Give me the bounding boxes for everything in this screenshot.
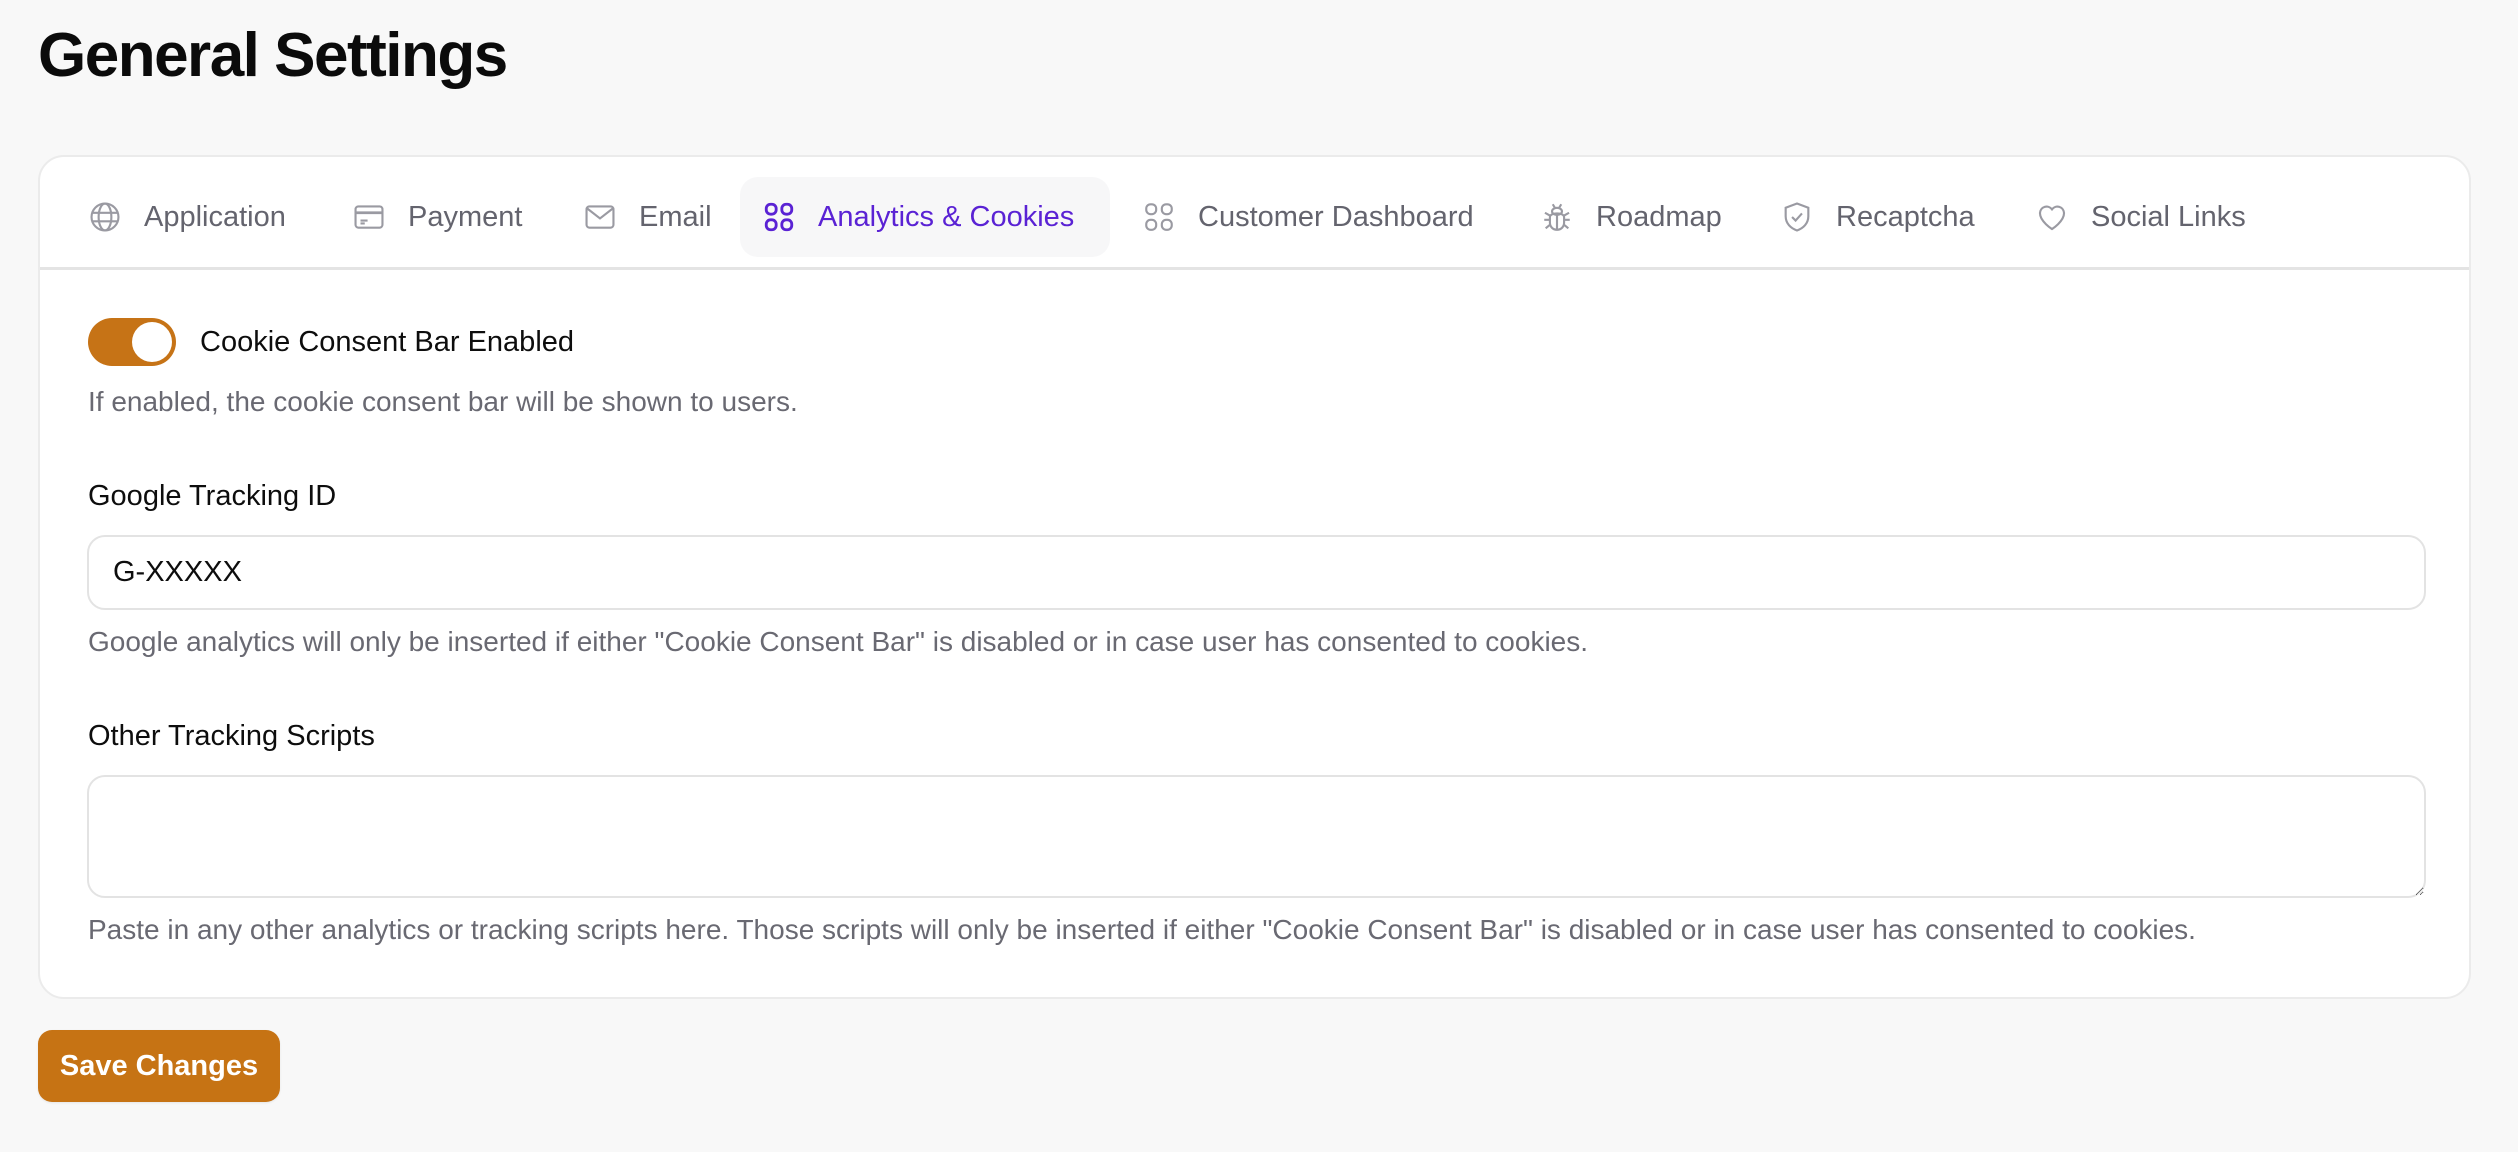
cookie-consent-help: If enabled, the cookie consent bar will … xyxy=(88,386,798,417)
tab-email[interactable]: Email xyxy=(561,177,734,257)
settings-tabs: Application Payment Email Analytics & Co… xyxy=(40,157,2469,270)
tab-social-links[interactable]: Social Links xyxy=(2013,177,2268,257)
tab-label: Email xyxy=(639,200,712,233)
other-tracking-scripts-textarea[interactable] xyxy=(87,775,2426,898)
cookie-consent-toggle[interactable] xyxy=(88,318,176,366)
grid-icon xyxy=(1142,200,1176,234)
tab-analytics-cookies[interactable]: Analytics & Cookies xyxy=(740,177,1110,257)
cookie-consent-label: Cookie Consent Bar Enabled xyxy=(200,326,575,358)
tab-recaptcha[interactable]: Recaptcha xyxy=(1758,177,1997,257)
google-tracking-help: Google analytics will only be inserted i… xyxy=(88,626,1589,657)
google-tracking-id-input[interactable] xyxy=(87,535,2426,610)
tab-roadmap[interactable]: Roadmap xyxy=(1518,177,1744,257)
tab-label: Application xyxy=(144,200,286,233)
tab-label: Payment xyxy=(408,200,523,233)
tab-customer-dashboard[interactable]: Customer Dashboard xyxy=(1120,177,1496,257)
other-scripts-help: Paste in any other analytics or tracking… xyxy=(88,914,2196,945)
bug-icon xyxy=(1540,200,1574,234)
settings-card: Application Payment Email Analytics & Co… xyxy=(38,155,2471,999)
tab-label: Recaptcha xyxy=(1836,200,1975,233)
heart-icon xyxy=(2035,200,2069,234)
shield-check-icon xyxy=(1780,200,1814,234)
grid-icon xyxy=(762,200,796,234)
credit-card-icon xyxy=(352,200,386,234)
globe-icon xyxy=(88,200,122,234)
tab-payment[interactable]: Payment xyxy=(330,177,544,257)
tab-label: Customer Dashboard xyxy=(1198,200,1474,233)
tab-label: Social Links xyxy=(2091,200,2246,233)
tab-label: Roadmap xyxy=(1596,200,1722,233)
tab-label: Analytics & Cookies xyxy=(818,200,1075,233)
google-tracking-label: Google Tracking ID xyxy=(88,480,337,512)
toggle-knob xyxy=(132,322,172,362)
other-scripts-label: Other Tracking Scripts xyxy=(88,720,375,752)
tab-application[interactable]: Application xyxy=(66,177,308,257)
page-title: General Settings xyxy=(38,21,508,90)
save-changes-button[interactable]: Save Changes xyxy=(38,1030,280,1102)
mail-icon xyxy=(583,200,617,234)
